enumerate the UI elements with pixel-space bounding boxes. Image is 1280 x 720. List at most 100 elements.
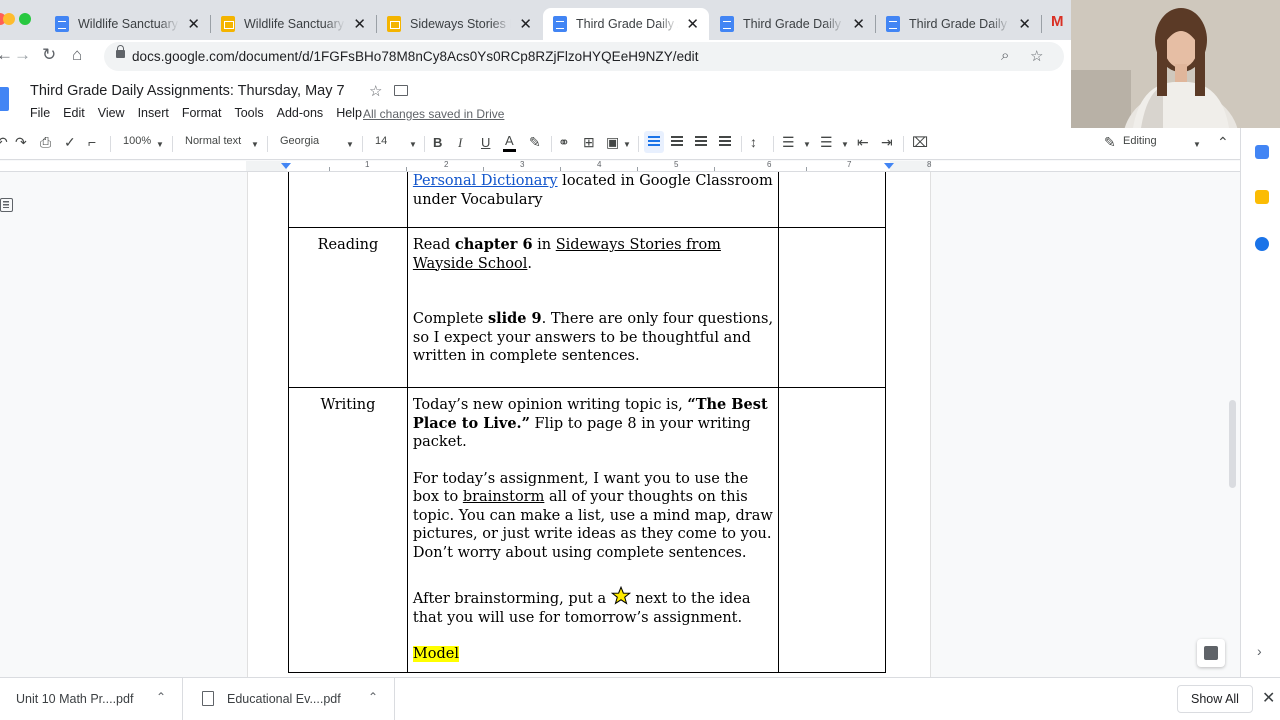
right-indent-marker[interactable] [884,163,894,169]
show-all-button[interactable]: Show All [1177,685,1253,713]
window-maximize-dot[interactable] [19,13,31,25]
left-indent-marker[interactable] [281,163,291,169]
star-icon[interactable]: ☆ [369,82,382,100]
browser-tab-active[interactable]: Third Grade Daily A ✕ [543,8,709,40]
paragraph-style-select[interactable]: Normal text [185,135,241,147]
menu-help[interactable]: Help [336,106,362,120]
move-to-folder-icon[interactable] [394,85,408,96]
gmail-icon[interactable]: M [1051,13,1064,30]
chevron-down-icon: ▼ [409,140,417,149]
undo-icon[interactable]: ↶ [0,134,8,151]
highlight-icon[interactable]: ✎ [529,134,541,151]
subject-cell: Writing [288,387,408,673]
text-run: . [527,255,533,272]
browser-tab[interactable]: Wildlife Sanctuary T ✕ [45,8,210,40]
window-minimize-dot[interactable] [3,13,15,25]
chevron-up-icon[interactable]: ⌃ [156,690,166,704]
document-title[interactable]: Third Grade Daily Assignments: Thursday,… [30,83,345,99]
close-icon[interactable]: ✕ [187,15,200,33]
scrollbar-thumb[interactable] [1229,400,1236,488]
home-icon[interactable]: ⌂ [72,45,82,65]
tab-divider [1041,15,1042,33]
browser-tab[interactable]: Sideways Stories Fr ✕ [377,8,542,40]
font-size-select[interactable]: 14 [375,135,387,147]
download-item[interactable]: Educational Ev....pdf ⌃ [183,678,395,720]
forward-icon[interactable]: → [14,45,31,65]
italic-button[interactable]: I [458,135,462,151]
close-icon[interactable]: ✕ [1262,688,1275,708]
ruler-number: 3 [520,160,525,169]
chevron-down-icon: ▼ [156,140,164,149]
personal-dictionary-link[interactable]: Personal Dictionary [413,173,558,189]
ruler[interactable]: 1 2 3 4 5 6 7 8 [0,160,1240,172]
close-icon[interactable]: ✕ [852,15,865,33]
url-input[interactable]: docs.google.com/document/d/1FGFsBHo78M8n… [104,42,1064,71]
subject-label-writing: Writing [320,397,376,413]
close-icon[interactable]: ✕ [1018,15,1031,33]
line-spacing-icon[interactable]: ↕ [750,134,757,150]
reload-icon[interactable]: ↻ [42,45,56,65]
link-icon[interactable]: ⚭ [558,134,570,151]
clear-formatting-icon[interactable]: ⌧ [912,134,928,151]
align-center-icon[interactable] [671,136,683,148]
menu-view[interactable]: View [98,106,125,120]
document-outline-icon[interactable] [0,198,13,212]
menu-edit[interactable]: Edit [63,106,85,120]
align-right-icon[interactable] [695,136,707,148]
bookmark-star-icon[interactable]: ☆ [1030,47,1043,65]
document-page[interactable]: Personal Dictionary located in Google Cl… [247,172,931,677]
chevron-up-icon[interactable]: ⌃ [1217,134,1229,151]
close-icon[interactable]: ✕ [353,15,366,33]
chevron-up-icon[interactable]: ⌃ [368,690,378,704]
increase-indent-icon[interactable]: ⇥ [881,134,893,151]
browser-tab[interactable]: Wildlife Sanctuary A ✕ [211,8,376,40]
calendar-icon[interactable] [1255,145,1269,159]
close-icon[interactable]: ✕ [519,15,532,33]
subject-cell: Reading [288,227,408,388]
menu-file[interactable]: File [30,106,50,120]
tasks-icon[interactable] [1255,237,1269,251]
underline-button[interactable]: U [481,135,490,150]
paint-format-icon[interactable]: ⌐ [88,134,96,150]
google-docs-logo[interactable] [0,87,9,111]
bold-button[interactable]: B [433,135,442,150]
spellcheck-icon[interactable]: ✓ [64,134,76,151]
url-text: docs.google.com/document/d/1FGFsBHo78M8n… [132,49,699,64]
menu-tools[interactable]: Tools [234,106,263,120]
menu-bar: File Edit View Insert Format Tools Add-o… [30,106,375,120]
bulleted-list-icon[interactable]: ☰ [820,134,833,151]
toolbar-divider [551,136,552,152]
zoom-icon[interactable]: ⌕ [1001,47,1009,64]
google-docs-icon [720,16,734,32]
subject-label-reading: Reading [317,237,379,253]
justify-icon[interactable] [719,136,731,148]
numbered-list-icon[interactable]: ☰ [782,134,795,151]
editing-mode-select[interactable]: Editing [1123,135,1157,147]
bold-text: slide 9 [487,310,542,327]
explore-button[interactable] [1197,639,1225,667]
menu-add-ons[interactable]: Add-ons [277,106,324,120]
menu-format[interactable]: Format [182,106,222,120]
align-left-button[interactable] [644,131,664,153]
ruler-number: 4 [597,160,602,169]
browser-tab[interactable]: Third Grade Daily A ✕ [876,8,1041,40]
font-select[interactable]: Georgia [280,135,319,147]
subject-cell [288,172,408,228]
redo-icon[interactable]: ↷ [15,134,27,151]
download-item[interactable]: Unit 10 Math Pr....pdf ⌃ [0,678,183,720]
save-status[interactable]: All changes saved in Drive [363,107,504,121]
browser-tab[interactable]: Third Grade Daily A ✕ [710,8,875,40]
ruler-number: 7 [847,160,852,169]
close-icon[interactable]: ✕ [686,15,699,33]
keep-icon[interactable] [1255,190,1269,204]
menu-insert[interactable]: Insert [138,106,169,120]
decrease-indent-icon[interactable]: ⇤ [857,134,869,151]
zoom-select[interactable]: 100% [123,135,151,147]
back-icon[interactable]: ← [0,45,13,65]
print-icon[interactable]: ⎙ [40,134,51,151]
chevron-right-icon[interactable]: › [1257,643,1262,659]
text-color-button[interactable]: A [505,133,514,148]
image-icon[interactable]: ▣ [606,134,619,151]
comment-icon[interactable]: ⊞ [583,134,595,151]
tab-title: Third Grade Daily A [743,17,845,31]
